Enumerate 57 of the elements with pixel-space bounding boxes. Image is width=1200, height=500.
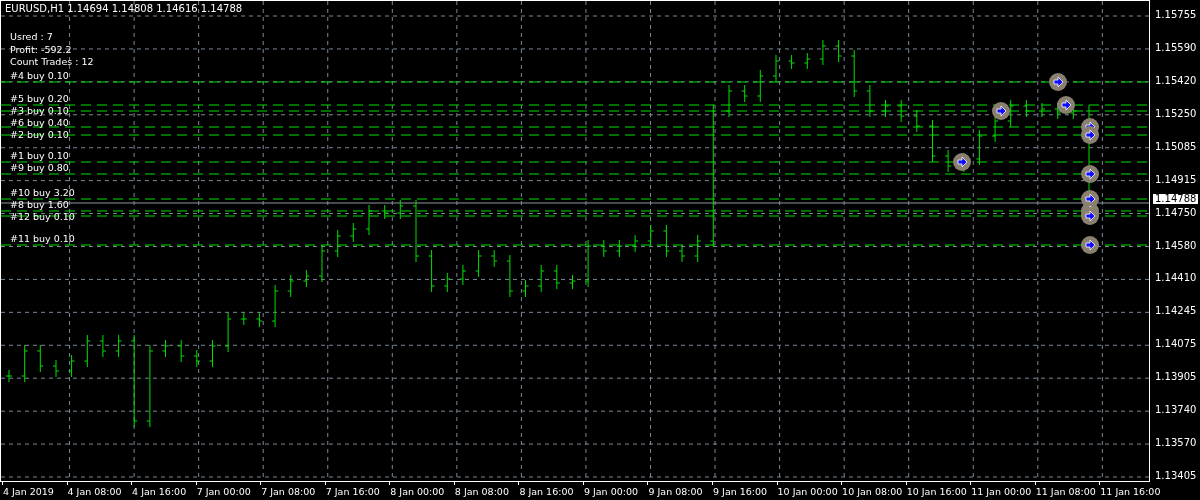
entry-marker-icon [1081,165,1099,183]
time-tick-label: 4 Jan 16:00 [132,485,187,498]
time-tick-label: 4 Jan 2019 [3,485,54,498]
chart-title: EURUSD,H1 1.14694 1.14808 1.14616 1.14788 [5,3,243,14]
entry-marker-icon [1057,96,1075,114]
price-tick-label: 1.13905 [1155,372,1197,383]
order-label: #8 buy 1.60 [10,199,69,210]
time-tick-label: 8 Jan 08:00 [454,485,509,498]
price-tick-label: 1.15250 [1155,108,1197,119]
time-tick-label: 8 Jan 00:00 [390,485,445,498]
entry-marker-icon [1081,207,1099,225]
price-tick-label: 1.13570 [1155,438,1197,449]
info-text: Usred : 7 [10,31,54,43]
price-tick-label: 1.14075 [1155,339,1197,350]
time-tick-label: 9 Jan 16:00 [713,485,768,498]
entry-marker-icon [1081,126,1099,144]
order-label: #11 buy 0.10 [10,233,75,244]
info-text: Count Trades : 12 [10,56,94,68]
price-tick-label: 1.14580 [1155,240,1197,251]
time-tick-label: 11 Jan 00:00 [971,485,1032,498]
entry-marker-icon [1049,73,1067,91]
current-price-label: 1.14788 [1153,194,1199,204]
order-label: #3 buy 0.10 [10,105,69,116]
time-tick-label: 7 Jan 00:00 [196,485,251,498]
entry-marker-icon [992,102,1010,120]
time-tick-label: 11 Jan 08:00 [1035,485,1096,498]
price-tick-label: 1.14750 [1155,207,1197,218]
price-tick-label: 1.15420 [1155,75,1197,86]
time-tick-label: 9 Jan 00:00 [583,485,639,498]
price-tick-label: 1.14410 [1155,273,1197,284]
price-tick-label: 1.14245 [1155,306,1197,317]
time-tick-label: 4 Jan 08:00 [67,485,122,498]
order-label: #6 buy 0.40 [10,117,69,128]
time-tick-label: 10 Jan 00:00 [777,485,838,498]
order-label: #9 buy 0.80 [10,162,69,173]
order-label: #2 buy 0.10 [10,129,69,140]
time-tick-label: 8 Jan 16:00 [519,485,574,498]
price-tick-label: 1.15590 [1155,42,1197,53]
time-tick-label: 7 Jan 08:00 [261,485,316,498]
order-label: #4 buy 0.10 [10,70,69,81]
price-tick-label: 1.15755 [1155,10,1197,20]
time-tick-label: 10 Jan 08:00 [842,485,903,498]
time-tick-label: 7 Jan 16:00 [325,485,380,498]
entry-marker-icon [1081,236,1099,254]
info-text: Profit: -592.2 [10,43,73,55]
order-label: #5 buy 0.20 [10,93,69,104]
order-label: #1 buy 0.10 [10,150,69,161]
price-tick-label: 1.14915 [1155,174,1197,185]
order-label: #10 buy 3.20 [10,187,75,198]
time-tick-label: 9 Jan 08:00 [648,485,703,498]
time-tick-label: 10 Jan 16:00 [906,485,967,498]
order-label: #12 buy 0.10 [10,211,75,222]
time-tick-label: 11 Jan 16:00 [1100,485,1161,498]
entry-marker-icon [953,153,971,171]
price-tick-label: 1.15085 [1155,141,1197,152]
price-tick-label: 1.13405 [1155,471,1197,481]
price-tick-label: 1.13740 [1155,405,1197,416]
